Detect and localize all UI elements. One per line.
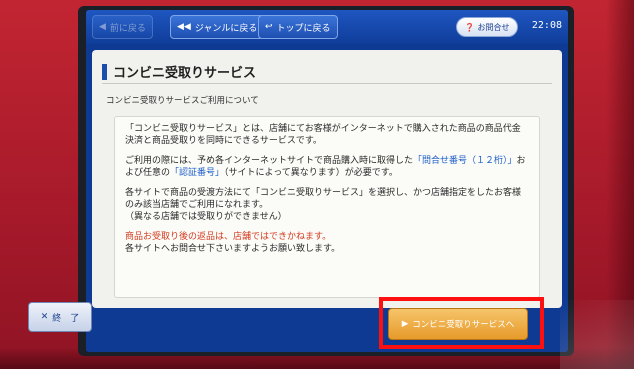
end-button[interactable]: ✕ 終 了: [28, 302, 92, 332]
return-arrow-icon: ↩: [265, 21, 273, 32]
inquiry-number-highlight: 「問合せ番号（１２桁）」: [413, 156, 517, 166]
return-warning-text: 商品お受取り後の返品は、店舗ではできかねます。: [125, 232, 332, 242]
inquiry-icon: ❓: [464, 22, 475, 32]
store-selection-note: （異なる店舗では受取りができません）: [125, 212, 287, 222]
auth-number-highlight: 「認証番号」: [170, 168, 225, 178]
end-button-label: 終 了: [52, 313, 80, 324]
paragraph-store-selection: 各サイトで商品の受渡方法にて「コンビニ受取りサービス」を選択し、かつ店舗指定をし…: [125, 187, 529, 223]
screen-glare: [560, 300, 634, 369]
page-subtitle: コンビニ受取りサービスご利用について: [106, 96, 259, 106]
close-x-icon: ✕: [40, 312, 49, 322]
back-arrow-icon: ◀: [99, 21, 106, 32]
genre-back-label: ジャンルに戻る: [194, 23, 258, 34]
paragraph-requirements: ご利用の際には、予め各インターネットサイトで商品購入時に取得した「問合せ番号（１…: [125, 155, 529, 179]
info-text-box: 「コンビニ受取りサービス」とは、店舗にてお客様がインターネットで購入された商品の…: [114, 116, 540, 298]
requirements-text-a: ご利用の際には、予め各インターネットサイトで商品購入時に取得した: [125, 156, 414, 166]
return-contact-text: 各サイトへお問合せ下さいますようお願い致します。: [125, 244, 341, 254]
store-selection-text: 各サイトで商品の受渡方法にて「コンビニ受取りサービス」を選択し、かつ店舗指定をし…: [125, 188, 522, 210]
back-button-label: 前に戻る: [109, 23, 146, 34]
main-panel: コンビニ受取りサービス コンビニ受取りサービスご利用について 「コンビニ受取りサ…: [92, 50, 562, 308]
red-highlight-outline: [379, 297, 544, 349]
genre-back-button[interactable]: ◀◀ ジャンルに戻る: [170, 15, 265, 39]
paragraph-return-policy: 商品お受取り後の返品は、店舗ではできかねます。 各サイトへお問合せ下さいますようお…: [125, 231, 529, 255]
top-back-button[interactable]: ↩ トップに戻る: [258, 15, 338, 39]
inquiry-button[interactable]: ❓ お問合せ: [456, 17, 518, 37]
paragraph-service-description: 「コンビニ受取りサービス」とは、店舗にてお客様がインターネットで購入された商品の…: [125, 124, 521, 146]
top-toolbar: ◀ 前に戻る ◀◀ ジャンルに戻る ↩ トップに戻る ❓ お問合せ 22:08: [86, 10, 568, 44]
title-marker: [102, 63, 107, 80]
top-back-label: トップに戻る: [276, 23, 331, 34]
requirements-text-c: （サイトによって異なります）が必要です。: [224, 168, 398, 178]
inquiry-label: お問合せ: [477, 22, 510, 32]
clock: 22:08: [531, 20, 562, 31]
page-title: コンビニ受取りサービス: [113, 66, 257, 81]
panel-title-bar: コンビニ受取りサービス: [102, 60, 552, 84]
double-left-arrow-icon: ◀◀: [177, 21, 191, 32]
back-button[interactable]: ◀ 前に戻る: [92, 15, 153, 39]
